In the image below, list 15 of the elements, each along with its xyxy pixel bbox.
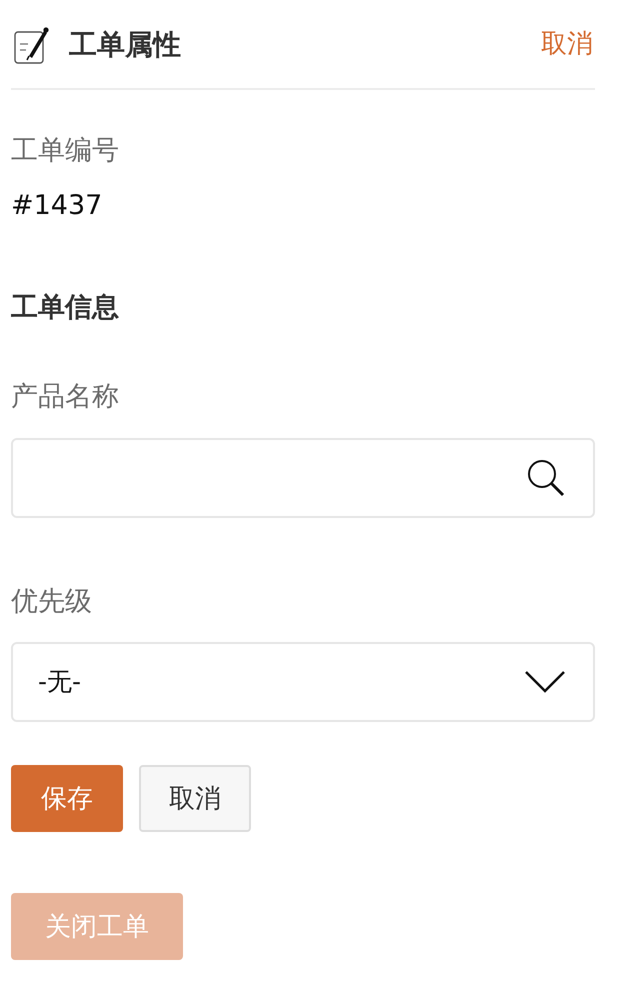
page-title: 工单属性 — [69, 28, 181, 62]
cancel-button[interactable]: 取消 — [139, 764, 251, 832]
select-value: -无- — [38, 666, 82, 697]
cancel-link[interactable]: 取消 — [541, 29, 593, 61]
field-label: 优先级 — [11, 586, 92, 618]
field-label: 产品名称 — [11, 381, 119, 414]
ticket-number-label: 工单编号 — [11, 135, 119, 168]
search-field[interactable] — [11, 438, 595, 518]
select-field[interactable]: -无- — [11, 642, 595, 722]
chevron-down-icon[interactable] — [525, 670, 565, 693]
ticket-number-value: #1437 — [11, 190, 102, 223]
save-button[interactable]: 保存 — [11, 764, 123, 832]
edit-note-icon — [14, 26, 49, 64]
search-icon[interactable] — [527, 458, 565, 497]
section-title: 工单信息 — [11, 292, 119, 324]
